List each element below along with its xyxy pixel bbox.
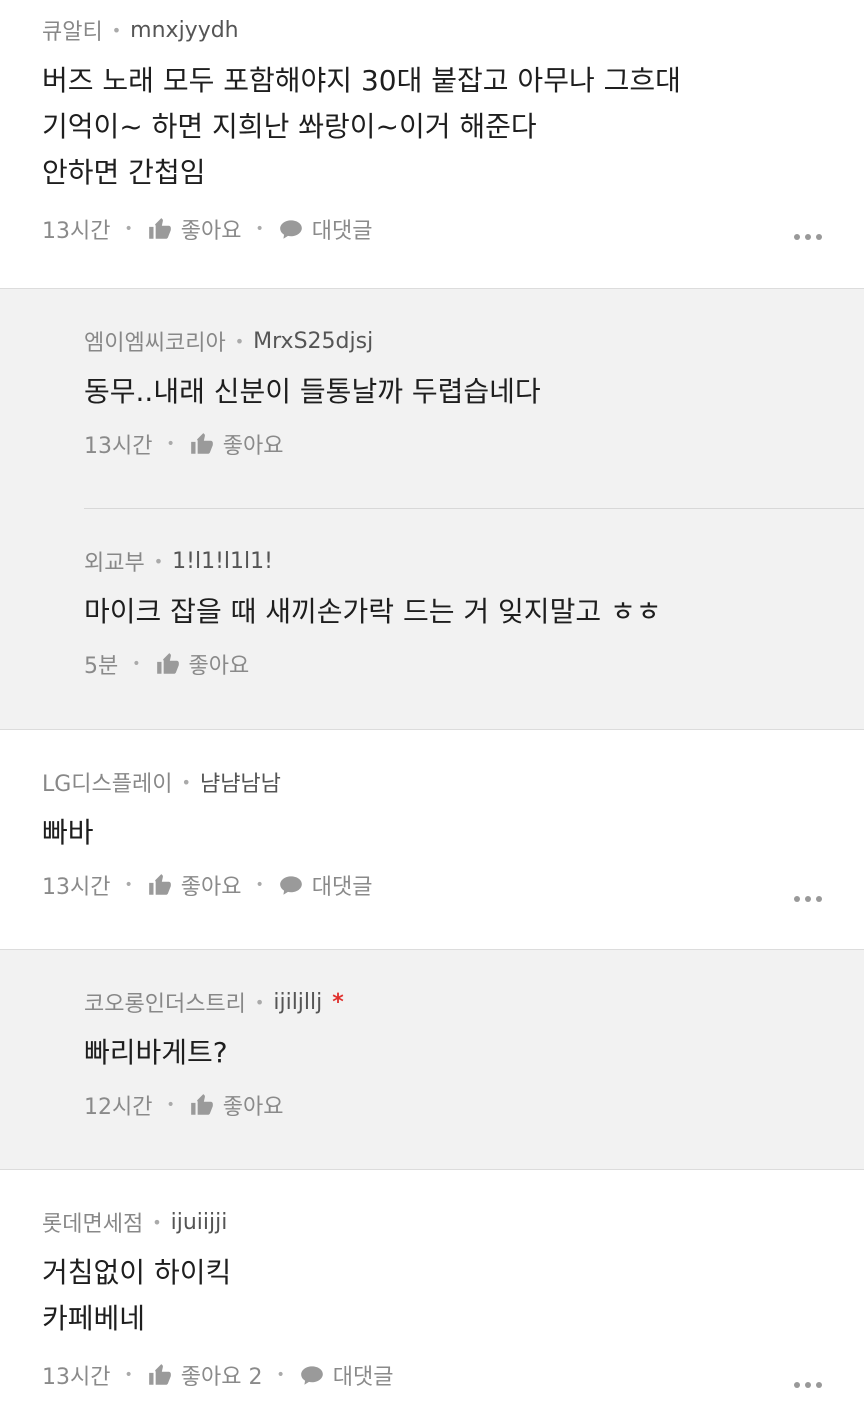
nickname[interactable]: 외교부 — [84, 545, 145, 577]
thumbs-up-icon[interactable] — [189, 1092, 215, 1118]
comment-text-line: 안하면 간첩임 — [42, 156, 206, 189]
separator-dot: • — [124, 1367, 133, 1383]
separator-dot: • — [166, 436, 175, 452]
thumbs-up-icon[interactable] — [155, 651, 181, 677]
separator-dot: • — [124, 877, 133, 893]
thumbs-up-icon[interactable] — [147, 1362, 173, 1388]
speech-bubble-icon[interactable] — [299, 1362, 325, 1388]
comment-card: LG디스플레이 • 냠냠남남 빠바 13시간 • 좋아요 • 대댓글 — [0, 730, 864, 950]
thumbs-up-icon[interactable] — [147, 872, 173, 898]
more-dots-icon[interactable] — [794, 896, 822, 902]
user-id[interactable]: 1!l1!l1l1! — [172, 549, 273, 574]
comment-meta: 외교부 • 1!l1!l1l1! — [84, 545, 822, 577]
timestamp: 13시간 — [84, 434, 153, 459]
comment-actions: 13시간 • 좋아요 • 대댓글 — [42, 214, 822, 244]
thumbs-up-icon[interactable] — [189, 431, 215, 457]
nickname[interactable]: 큐알티 — [42, 14, 103, 46]
nickname[interactable]: LG디스플레이 — [42, 766, 173, 798]
comment-text-line: 거침없이 하이킥 — [42, 1256, 232, 1289]
comment-actions: 13시간 • 좋아요 — [84, 429, 822, 459]
more-dots-icon[interactable] — [794, 234, 822, 240]
reply-button[interactable]: 대댓글 — [333, 1359, 394, 1391]
separator-dot: • — [153, 551, 164, 571]
timestamp: 13시간 — [42, 219, 111, 244]
user-id[interactable]: mnxjyydh — [130, 18, 238, 43]
reply-item: 코오롱인더스트리 • ijiljllj * 빠리바게트? 12시간 • 좋아요 — [0, 950, 864, 1169]
like-button[interactable]: 좋아요 — [223, 1089, 284, 1121]
comment-meta: 큐알티 • mnxjyydh — [42, 14, 822, 46]
user-id[interactable]: MrxS25djsj — [253, 329, 373, 354]
nickname[interactable]: 엠이엠씨코리아 — [84, 325, 226, 357]
reply-item: 엠이엠씨코리아 • MrxS25djsj 동무..내래 신분이 들통날까 두렵습… — [0, 289, 864, 508]
separator-dot: • — [124, 221, 133, 237]
separator-dot: • — [234, 331, 245, 351]
separator-dot: • — [255, 221, 264, 237]
timestamp: 12시간 — [84, 1095, 153, 1120]
timestamp: 13시간 — [42, 1365, 111, 1390]
comment-text: 마이크 잡을 때 새끼손가락 드는 거 잊지말고 ㅎㅎ — [84, 595, 662, 628]
speech-bubble-icon[interactable] — [278, 872, 304, 898]
comment-text-line: 빠바 — [42, 816, 94, 849]
thumbs-up-icon[interactable] — [147, 216, 173, 242]
separator-dot: • — [111, 20, 122, 40]
nickname[interactable]: 롯데면세점 — [42, 1206, 143, 1238]
comment-actions: 13시간 • 좋아요 • 대댓글 — [42, 870, 822, 900]
user-id[interactable]: ijiljllj — [273, 990, 322, 1015]
reply-group: 엠이엠씨코리아 • MrxS25djsj 동무..내래 신분이 들통날까 두렵습… — [0, 289, 864, 730]
reply-item: 외교부 • 1!l1!l1l1! 마이크 잡을 때 새끼손가락 드는 거 잊지말… — [0, 508, 864, 728]
comment-meta: 롯데면세점 • ijuiijji — [42, 1206, 822, 1238]
separator-dot: • — [132, 656, 141, 672]
comment-actions: 5분 • 좋아요 — [84, 649, 822, 679]
comment-meta: 코오롱인더스트리 • ijiljllj * — [84, 986, 822, 1018]
separator-dot: • — [254, 992, 265, 1012]
comment-text: 빠리바게트? — [84, 1036, 228, 1069]
speech-bubble-icon[interactable] — [278, 216, 304, 242]
separator-dot: • — [181, 772, 191, 792]
separator-dot: • — [166, 1097, 175, 1113]
comment-text-line: 버즈 노래 모두 포함해야지 30대 붙잡고 아무나 그흐대 — [42, 64, 681, 97]
comment-text-line: 카페베네 — [42, 1302, 146, 1335]
comment-meta: 엠이엠씨코리아 • MrxS25djsj — [84, 325, 822, 357]
comment-card: 큐알티 • mnxjyydh 버즈 노래 모두 포함해야지 30대 붙잡고 아무… — [0, 0, 864, 289]
comment-meta: LG디스플레이 • 냠냠남남 — [42, 766, 822, 798]
separator-dot: • — [152, 1212, 162, 1232]
like-button[interactable]: 좋아요 — [181, 869, 242, 901]
more-dots-icon[interactable] — [794, 1382, 822, 1388]
comment-text: 동무..내래 신분이 들통날까 두렵습네다 — [84, 375, 541, 408]
nickname[interactable]: 코오롱인더스트리 — [84, 986, 246, 1018]
separator-dot: • — [255, 877, 264, 893]
comment-card: 롯데면세점 • ijuiijji 거침없이 하이킥 카페베네 13시간 • 좋아… — [0, 1170, 864, 1422]
like-button[interactable]: 좋아요 2 — [181, 1359, 263, 1391]
reply-button[interactable]: 대댓글 — [312, 869, 373, 901]
timestamp: 5분 — [84, 654, 119, 679]
comment-actions: 12시간 • 좋아요 — [84, 1090, 822, 1120]
user-id[interactable]: ijuiijji — [171, 1210, 228, 1235]
comment-text-line: 기억이~ 하면 지희난 쏴랑이~이거 해준다 — [42, 110, 537, 143]
timestamp: 13시간 — [42, 875, 111, 900]
like-button[interactable]: 좋아요 — [181, 213, 242, 245]
badge-star-icon: * — [332, 989, 344, 1015]
reply-group: 코오롱인더스트리 • ijiljllj * 빠리바게트? 12시간 • 좋아요 — [0, 950, 864, 1170]
reply-button[interactable]: 대댓글 — [312, 213, 373, 245]
comment-actions: 13시간 • 좋아요 2 • 대댓글 — [42, 1360, 822, 1390]
separator-dot: • — [276, 1367, 285, 1383]
user-id[interactable]: 냠냠남남 — [200, 766, 281, 798]
like-button[interactable]: 좋아요 — [223, 428, 284, 460]
like-button[interactable]: 좋아요 — [189, 648, 250, 680]
